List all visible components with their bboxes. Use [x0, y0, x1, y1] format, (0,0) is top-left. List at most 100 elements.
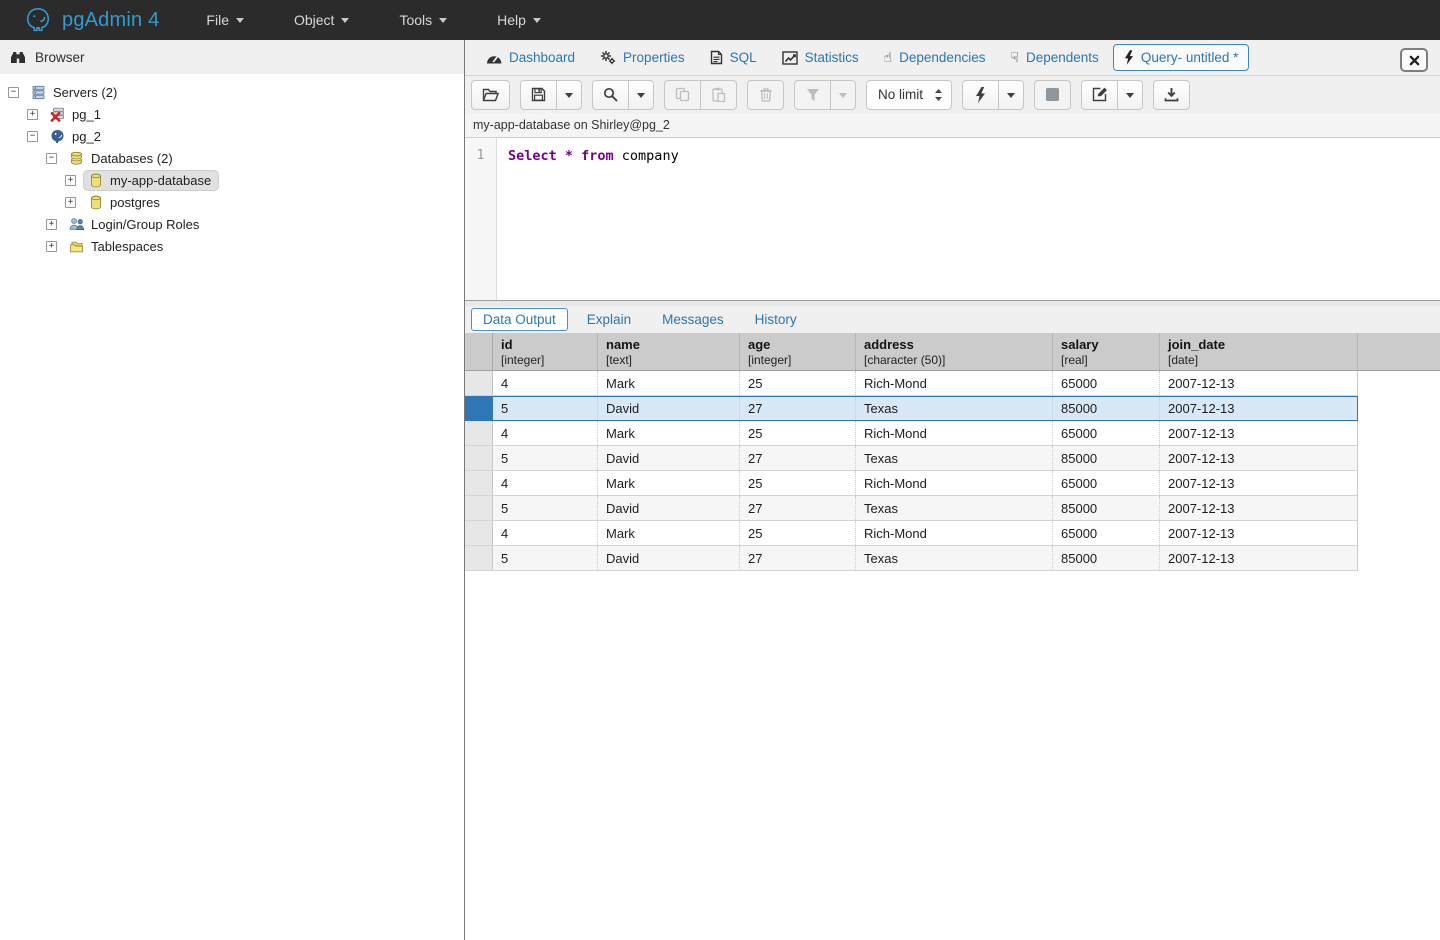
table-cell[interactable]: Rich-Mond	[856, 471, 1053, 495]
expand-toggle[interactable]: +	[46, 241, 57, 252]
expand-toggle[interactable]: +	[65, 175, 76, 186]
table-cell[interactable]: 25	[740, 371, 856, 395]
expand-toggle[interactable]: +	[46, 219, 57, 230]
table-cell[interactable]: 27	[740, 396, 856, 420]
table-cell[interactable]: 85000	[1053, 396, 1160, 420]
tab-dependencies[interactable]: ☝Dependencies	[873, 44, 997, 71]
copy-button[interactable]	[664, 80, 701, 110]
row-number-cell[interactable]	[465, 471, 493, 495]
open-file-button[interactable]	[471, 80, 510, 110]
menu-help[interactable]: Help	[472, 0, 566, 40]
paste-button[interactable]	[700, 80, 737, 110]
table-cell[interactable]: 65000	[1053, 521, 1160, 545]
table-cell[interactable]: David	[598, 446, 740, 470]
save-button[interactable]	[520, 80, 557, 110]
table-cell[interactable]: David	[598, 396, 740, 420]
tab-properties[interactable]: Properties	[589, 44, 696, 71]
row-number-cell[interactable]	[465, 446, 493, 470]
table-cell[interactable]: Texas	[856, 446, 1053, 470]
close-panel-button[interactable]	[1400, 48, 1428, 72]
table-cell[interactable]: David	[598, 546, 740, 570]
find-options-button[interactable]	[628, 80, 654, 110]
table-cell[interactable]: 65000	[1053, 471, 1160, 495]
table-cell[interactable]: Rich-Mond	[856, 521, 1053, 545]
execute-button[interactable]	[962, 80, 999, 110]
tab-sql[interactable]: SQL	[699, 44, 768, 71]
table-cell[interactable]: 27	[740, 546, 856, 570]
table-cell[interactable]: 4	[493, 471, 598, 495]
tab-statistics[interactable]: Statistics	[771, 44, 870, 71]
row-number-cell[interactable]	[465, 521, 493, 545]
delete-button[interactable]	[747, 80, 784, 110]
tab-query-untitled[interactable]: Query- untitled *	[1113, 44, 1250, 71]
row-number-cell[interactable]	[465, 546, 493, 570]
edit-options-button[interactable]	[1117, 80, 1143, 110]
tree-item-servers-2[interactable]: −Servers (2)	[0, 81, 464, 103]
column-header-join-date[interactable]: join_date[date]	[1160, 333, 1358, 370]
table-cell[interactable]: 25	[740, 521, 856, 545]
column-header-age[interactable]: age[integer]	[740, 333, 856, 370]
table-cell[interactable]: 2007-12-13	[1160, 421, 1358, 445]
table-cell[interactable]: 2007-12-13	[1160, 496, 1358, 520]
tab-dashboard[interactable]: Dashboard	[475, 44, 586, 71]
row-number-cell[interactable]	[465, 371, 493, 395]
table-cell[interactable]: 25	[740, 421, 856, 445]
filter-button[interactable]	[794, 80, 831, 110]
table-cell[interactable]: 27	[740, 496, 856, 520]
table-cell[interactable]: 5	[493, 446, 598, 470]
menu-file[interactable]: File	[181, 0, 269, 40]
tree-item-pg-1[interactable]: +pg_1	[0, 103, 464, 125]
table-cell[interactable]: 4	[493, 521, 598, 545]
table-cell[interactable]: 85000	[1053, 446, 1160, 470]
edit-button[interactable]	[1081, 80, 1118, 110]
table-cell[interactable]: Mark	[598, 471, 740, 495]
menu-object[interactable]: Object	[269, 0, 374, 40]
table-cell[interactable]: 4	[493, 371, 598, 395]
tab-dependents[interactable]: ☟Dependents	[999, 44, 1109, 71]
table-cell[interactable]: 2007-12-13	[1160, 446, 1358, 470]
table-cell[interactable]: Texas	[856, 546, 1053, 570]
table-cell[interactable]: 2007-12-13	[1160, 396, 1358, 420]
download-button[interactable]	[1153, 80, 1190, 110]
table-cell[interactable]: Mark	[598, 421, 740, 445]
expand-toggle[interactable]: +	[65, 197, 76, 208]
output-tab-history[interactable]: History	[743, 308, 809, 331]
table-cell[interactable]: David	[598, 496, 740, 520]
table-cell[interactable]: 2007-12-13	[1160, 546, 1358, 570]
table-cell[interactable]: 85000	[1053, 546, 1160, 570]
table-cell[interactable]: 27	[740, 446, 856, 470]
tree-item-pg-2[interactable]: −pg_2	[0, 125, 464, 147]
table-cell[interactable]: Rich-Mond	[856, 371, 1053, 395]
tree-item-databases-2[interactable]: −Databases (2)	[0, 147, 464, 169]
table-cell[interactable]: 2007-12-13	[1160, 471, 1358, 495]
column-header-id[interactable]: id[integer]	[493, 333, 598, 370]
row-number-cell[interactable]	[465, 496, 493, 520]
table-cell[interactable]: 5	[493, 396, 598, 420]
tree-item-postgres[interactable]: +postgres	[0, 191, 464, 213]
table-cell[interactable]: 65000	[1053, 371, 1160, 395]
sql-code-area[interactable]: Select * from company	[497, 138, 1440, 300]
table-cell[interactable]: 5	[493, 496, 598, 520]
column-header-salary[interactable]: salary[real]	[1053, 333, 1160, 370]
collapse-toggle[interactable]: −	[27, 131, 38, 142]
table-cell[interactable]: 2007-12-13	[1160, 371, 1358, 395]
table-cell[interactable]: 2007-12-13	[1160, 521, 1358, 545]
table-cell[interactable]: 5	[493, 546, 598, 570]
table-cell[interactable]: Mark	[598, 521, 740, 545]
find-button[interactable]	[592, 80, 629, 110]
save-options-button[interactable]	[556, 80, 582, 110]
tree-item-tablespaces[interactable]: +Tablespaces	[0, 235, 464, 257]
row-number-cell[interactable]	[465, 396, 493, 420]
stop-button[interactable]	[1034, 80, 1071, 110]
table-cell[interactable]: 25	[740, 471, 856, 495]
table-cell[interactable]: Rich-Mond	[856, 421, 1053, 445]
row-number-header-cell[interactable]	[465, 333, 493, 370]
output-tab-messages[interactable]: Messages	[650, 308, 736, 331]
filter-options-button[interactable]	[830, 80, 856, 110]
execute-options-button[interactable]	[998, 80, 1024, 110]
output-tab-explain[interactable]: Explain	[575, 308, 643, 331]
table-cell[interactable]: Texas	[856, 396, 1053, 420]
table-cell[interactable]: Mark	[598, 371, 740, 395]
output-tab-data-output[interactable]: Data Output	[471, 308, 568, 331]
table-cell[interactable]: Texas	[856, 496, 1053, 520]
